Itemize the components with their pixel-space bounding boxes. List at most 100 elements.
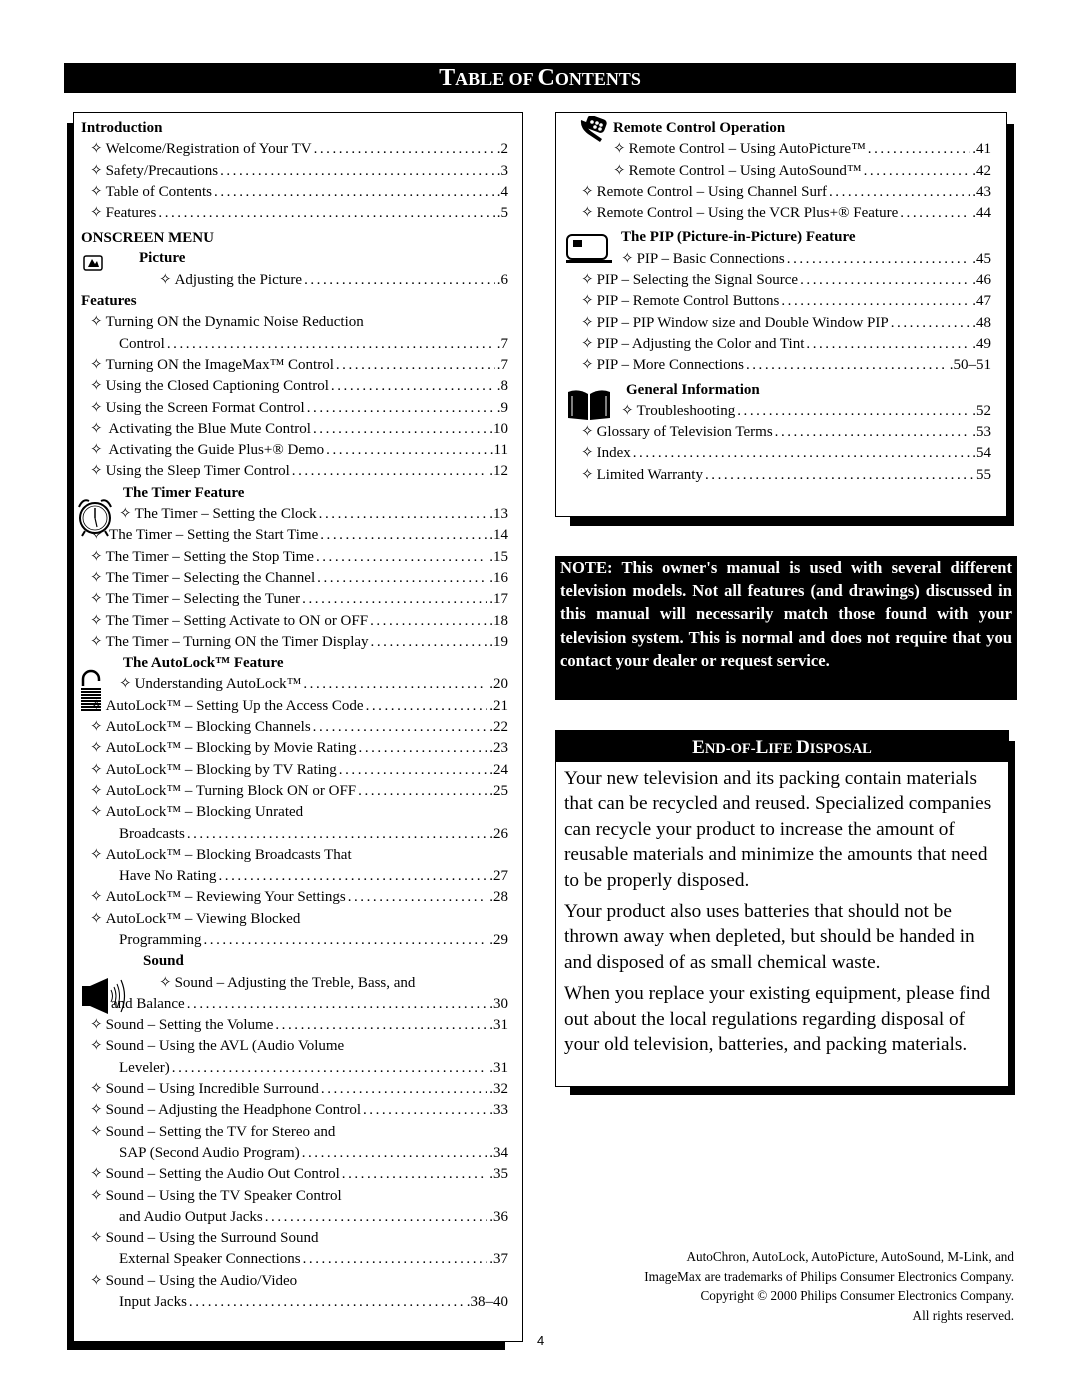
diamond-bullet-icon: ✧ xyxy=(90,314,103,331)
toc-entry[interactable]: ✧Glossary of Television Terms .53 xyxy=(566,422,991,443)
toc-entry[interactable]: ✧Remote Control – Using Channel Surf .43 xyxy=(566,182,991,203)
toc-entry[interactable]: ✧The Timer – Setting the Clock .13 xyxy=(81,504,508,525)
toc-entry[interactable]: ✧ Turning ON the Dynamic Noise Reduction xyxy=(81,312,508,333)
page-ref: .12 xyxy=(489,463,508,480)
toc-entry[interactable]: ✧Index .54 xyxy=(566,443,991,464)
toc-entry[interactable]: ✧ Activating the Blue Mute Control .10 xyxy=(81,419,508,440)
section-heading-timer: The Timer Feature xyxy=(123,484,245,501)
toc-entry[interactable]: ✧Troubleshooting .52 xyxy=(566,401,991,422)
toc-entry[interactable]: ✧ The Timer – Setting Activate to ON or O… xyxy=(81,611,508,632)
diamond-bullet-icon: ✧ xyxy=(90,205,103,222)
toc-entry[interactable]: External Speaker Connections .37 xyxy=(81,1249,508,1270)
toc-entry[interactable]: ✧The Timer – Selecting the Channel .16 xyxy=(81,568,508,589)
page-ref: .22 xyxy=(489,719,508,736)
diamond-bullet-icon: ✧ xyxy=(90,378,103,395)
toc-entry[interactable]: ✧PIP – Remote Control Buttons .47 xyxy=(566,291,991,312)
toc-entry-label: ✧ AutoLock™ – Turning Block ON or OFF xyxy=(90,782,357,799)
toc-entry[interactable]: and Audio Output Jacks .36 xyxy=(81,1207,508,1228)
toc-entry[interactable]: ✧ AutoLock™ – Viewing Blocked xyxy=(81,909,508,930)
diamond-bullet-icon: ✧ xyxy=(90,1038,103,1055)
toc-entry[interactable]: ✧ Remote Control – Using the VCR Plus+® F… xyxy=(566,203,991,224)
toc-entry[interactable]: ✧Adjusting the Picture .6 xyxy=(81,270,508,291)
toc-entry[interactable]: ✧PIP – Adjusting the Color and Tint .49 xyxy=(566,334,991,355)
toc-entry[interactable]: Control .7 xyxy=(81,334,508,355)
dot-leader xyxy=(359,738,488,759)
toc-entry[interactable]: ✧ Sound – Using the TV Speaker Control xyxy=(81,1186,508,1207)
toc-entry-label: ✧ AutoLock™ – Reviewing Your Settings xyxy=(90,889,346,906)
toc-entry[interactable]: ✧ Sound – Using the Audio/Video xyxy=(81,1271,508,1292)
toc-entry-label: ✧ Sound – Setting the TV for Stereo and xyxy=(90,1123,336,1140)
toc-entry[interactable]: ✧ AutoLock™ – Blocking Unrated xyxy=(81,802,508,823)
toc-entry[interactable]: ✧Safety/Precautions .3 xyxy=(81,161,508,182)
toc-entry[interactable]: ✧ PIP – PIP Window size and Double Window… xyxy=(566,313,991,334)
dot-leader xyxy=(187,994,488,1015)
toc-entry-label: ✧ AutoLock™ – Viewing Blocked xyxy=(90,910,301,927)
toc-entry[interactable]: ✧Table of Contents .4 xyxy=(81,182,508,203)
page-ref: .34 xyxy=(489,1144,508,1161)
toc-entry[interactable]: ✧ AutoLock™ – Setting Up the Access Code.… xyxy=(81,696,508,717)
toc-entry[interactable]: and Balance.30 xyxy=(81,994,508,1015)
toc-entry[interactable]: ✧Limited Warranty 55 xyxy=(566,465,991,486)
toc-entry[interactable]: ✧Using the Closed Captioning Control .8 xyxy=(81,376,508,397)
dot-leader xyxy=(302,589,487,610)
toc-entry[interactable]: ✧AutoLock™ – Blocking Channels .22 xyxy=(81,717,508,738)
toc-entry[interactable]: ✧Remote Control – Using AutoPicture™ .41 xyxy=(566,139,991,160)
dot-leader xyxy=(363,1100,487,1121)
toc-entry[interactable]: ✧PIP – Basic Connections .45 xyxy=(566,249,991,270)
page-ref: .8 xyxy=(496,378,508,395)
toc-entry[interactable]: ✧Using the Screen Format Control .9 xyxy=(81,398,508,419)
toc-entry[interactable]: ✧ Activating the Guide Plus+® Demo .11 xyxy=(81,440,508,461)
toc-entry[interactable]: ✧Remote Control – Using AutoSound™ .42 xyxy=(566,161,991,182)
page-ref: .2 xyxy=(496,141,508,158)
toc-entry[interactable]: ✧Turning ON the ImageMax™ Control .7 xyxy=(81,355,508,376)
toc-entry[interactable]: ✧AutoLock™ – Blocking by Movie Rating .23 xyxy=(81,738,508,759)
toc-entry[interactable]: ✧The Timer – Setting the Stop Time .15 xyxy=(81,547,508,568)
toc-entry[interactable]: Programming .29 xyxy=(81,930,508,951)
toc-entry[interactable]: ✧ Sound – Using the AVL (Audio Volume xyxy=(81,1036,508,1057)
toc-entry-label: ✧ Sound – Using the AVL (Audio Volume xyxy=(90,1038,345,1055)
toc-entry[interactable]: ✧AutoLock™ – Reviewing Your Settings .28 xyxy=(81,887,508,908)
toc-entry[interactable]: Broadcasts .26 xyxy=(81,824,508,845)
toc-entry[interactable]: ✧ Sound – Adjusting the Treble, Bass, and xyxy=(81,973,508,994)
diamond-bullet-icon: ✧ xyxy=(90,633,103,650)
page-ref: .49 xyxy=(972,335,991,352)
toc-entry[interactable]: ✧ Sound – Setting the TV for Stereo and xyxy=(81,1122,508,1143)
section-heading-pip: The PIP (Picture-in-Picture) Feature xyxy=(621,229,856,246)
toc-entry[interactable]: ✧PIP – Selecting the Signal Source .46 xyxy=(566,270,991,291)
toc-entry-label: ✧ Sound – Setting the Volume xyxy=(90,1017,274,1034)
toc-entry[interactable]: ✧ Sound – Adjusting the Headphone Control… xyxy=(81,1100,508,1121)
toc-entry[interactable]: ✧Sound – Setting the Audio Out Control .3… xyxy=(81,1164,508,1185)
toc-entry[interactable]: ✧The Timer – Selecting the Tuner .17 xyxy=(81,589,508,610)
toc-entry[interactable]: SAP (Second Audio Program) .34 xyxy=(81,1143,508,1164)
dot-leader xyxy=(829,182,970,203)
toc-entry[interactable]: Input Jacks .38–40 xyxy=(81,1292,508,1313)
toc-entry-label: ✧ The Timer – Selecting the Channel xyxy=(90,569,316,586)
toc-entry[interactable]: ✧Sound – Using Incredible Surround .32 xyxy=(81,1079,508,1100)
toc-entry[interactable]: ✧AutoLock™ – Blocking by TV Rating .24 xyxy=(81,760,508,781)
toc-entry[interactable]: ✧ The Timer – Setting the Start Time .14 xyxy=(81,525,508,546)
toc-entry[interactable]: ✧ AutoLock™ – Blocking Broadcasts That xyxy=(81,845,508,866)
dot-leader xyxy=(705,465,974,486)
page-ref: .17 xyxy=(489,591,508,608)
dot-leader xyxy=(158,203,494,224)
toc-entry[interactable]: ✧Using the Sleep Timer Control .12 xyxy=(81,461,508,482)
toc-entry[interactable]: ✧ The Timer – Turning ON the Timer Displa… xyxy=(81,632,508,653)
dot-leader xyxy=(787,249,970,270)
page-ref: .10 xyxy=(489,420,508,437)
page-ref: .37 xyxy=(489,1251,508,1268)
page-ref: .20 xyxy=(489,676,508,693)
page-ref: .43 xyxy=(972,183,991,200)
toc-entry[interactable]: ✧PIP – More Connections .50–51 xyxy=(566,355,991,376)
toc-entry[interactable]: ✧Sound – Setting the Volume .31 xyxy=(81,1015,508,1036)
toc-entry[interactable]: ✧Understanding AutoLock™ .20 xyxy=(81,674,508,695)
toc-entry[interactable]: ✧ Sound – Using the Surround Sound xyxy=(81,1228,508,1249)
toc-entry[interactable]: Have No Rating .27 xyxy=(81,866,508,887)
toc-entry[interactable]: ✧Features .5 xyxy=(81,203,508,224)
toc-entry-label: Programming xyxy=(119,931,202,948)
dot-leader xyxy=(314,139,495,160)
toc-entry[interactable]: ✧Welcome/Registration of Your TV .2 xyxy=(81,139,508,160)
toc-entry[interactable]: ✧AutoLock™ – Turning Block ON or OFF .25 xyxy=(81,781,508,802)
disposal-paragraph: Your new television and its packing cont… xyxy=(564,768,992,891)
toc-entry[interactable]: Leveler) .31 xyxy=(81,1058,508,1079)
section-heading-introduction: Introduction xyxy=(81,120,163,136)
